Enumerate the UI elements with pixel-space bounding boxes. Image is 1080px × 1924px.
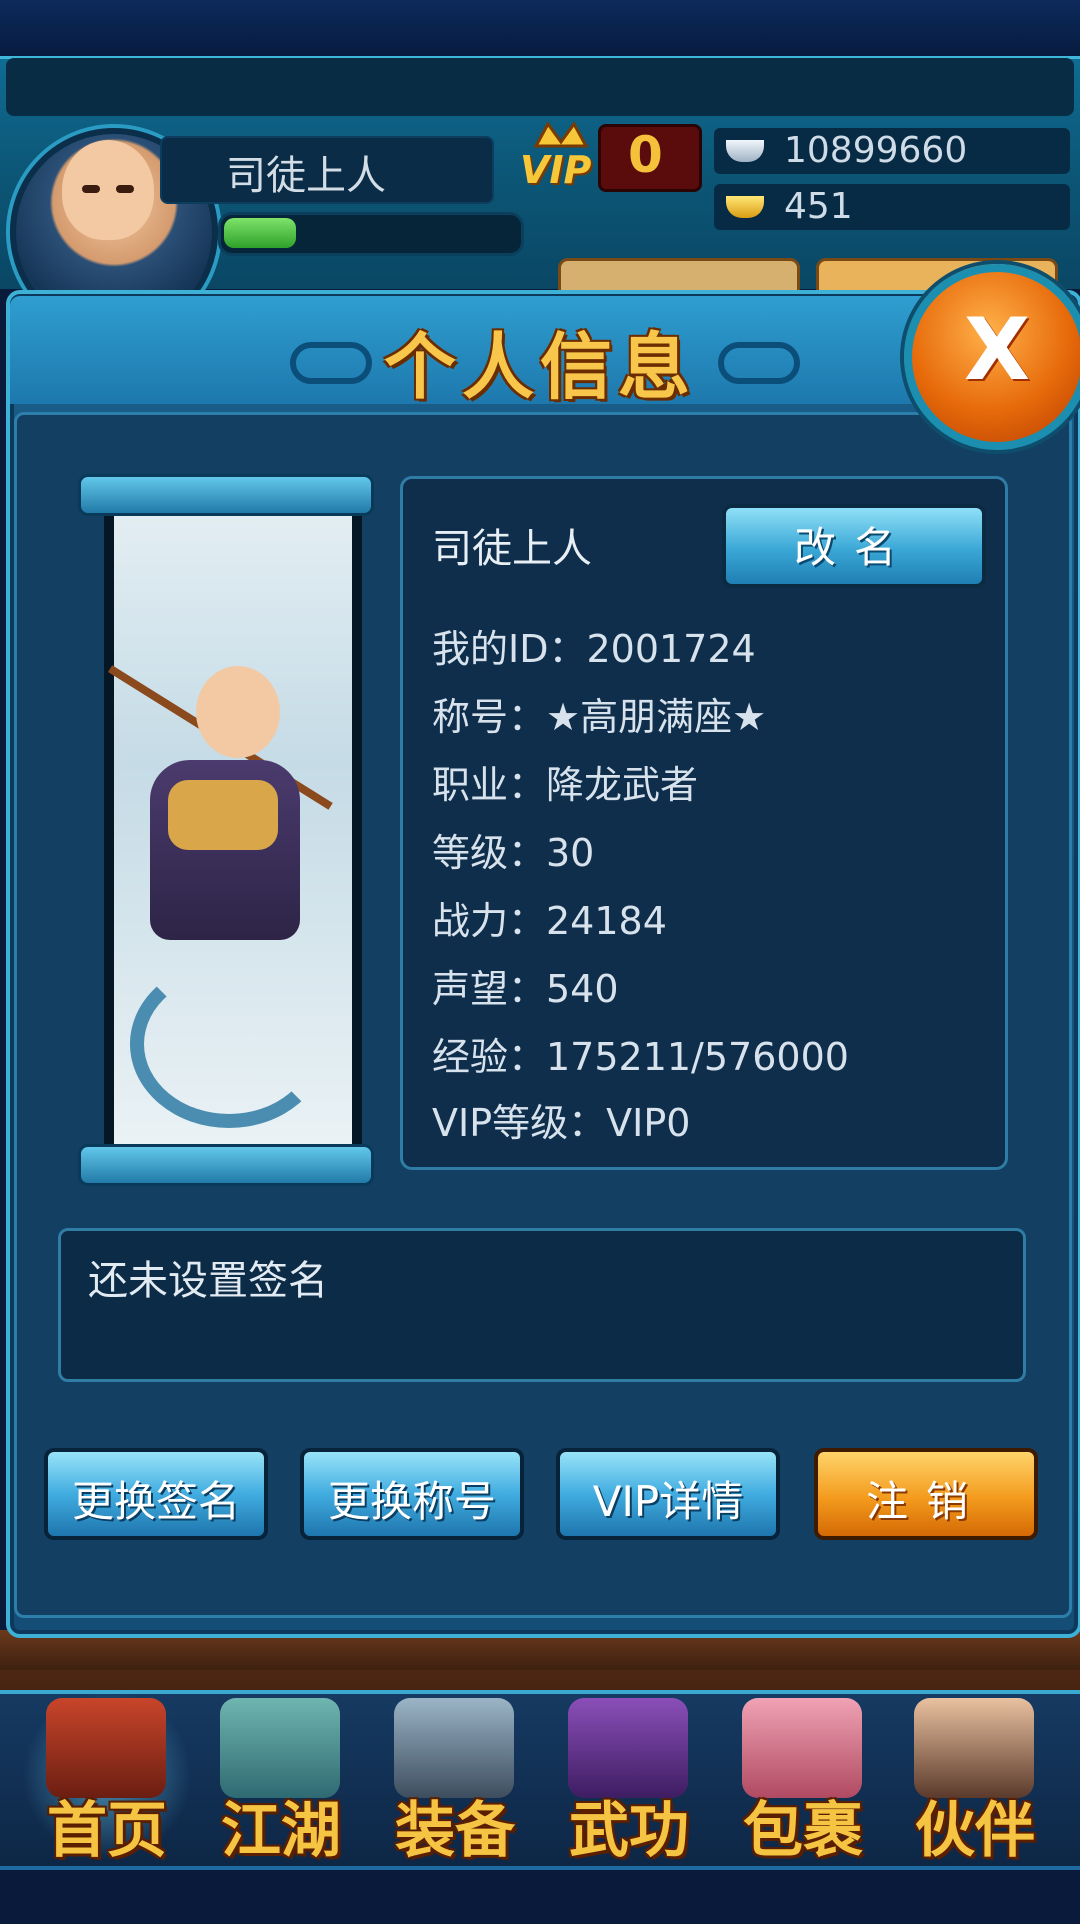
ink-swirl [130,960,328,1128]
avatar-face [62,140,154,240]
player-power: 战力：24184 [432,899,667,943]
player-name: 司徒上人 [226,153,386,199]
gold-value: 451 [784,186,853,227]
player-reputation: 声望：540 [432,967,619,1011]
avatar-eye [116,185,134,193]
player-title: 称号：★高朋满座★ [432,695,767,739]
nav-item-martial[interactable]: 武功 [544,1690,714,1866]
nav-item-equipment[interactable]: 装备 [370,1690,540,1866]
vip-detail-button[interactable]: VIP详情 [556,1448,780,1540]
status-bar-inner [6,58,1074,116]
nav-label-martial: 武功 [569,1796,689,1866]
scroll-rod-top [78,474,374,516]
nav-item-home[interactable]: 首页 [22,1690,192,1866]
signature-text: 还未设置签名 [88,1258,328,1304]
player-vip-level: VIP等级：VIP0 [432,1101,691,1145]
nav-label-jianghu: 江湖 [221,1796,341,1866]
exp-bar-fill [224,218,296,248]
player-job: 职业：降龙武者 [432,763,699,807]
nav-item-jianghu[interactable]: 江湖 [196,1690,366,1866]
close-icon: X [963,300,1031,400]
change-signature-label: 更换签名 [71,1477,240,1526]
vip-badge-label: VIP [520,148,592,192]
change-title-label: 更换称号 [327,1477,496,1526]
character-robe [168,780,278,850]
player-level: 等级：30 [432,831,595,875]
gold-counter [714,184,1070,230]
player-exp: 经验：175211/576000 [432,1035,849,1079]
scroll-rod-bottom [78,1144,374,1186]
nav-item-partner[interactable]: 伙伴 [890,1690,1060,1866]
nav-item-bag[interactable]: 包裹 [718,1690,888,1866]
silver-value: 10899660 [784,130,968,171]
change-title-button[interactable]: 更换称号 [300,1448,524,1540]
nav-label-equipment: 装备 [395,1796,515,1866]
info-player-name: 司徒上人 [432,526,592,572]
vip-detail-label: VIP详情 [592,1477,744,1526]
logout-label: 注销 [865,1477,986,1526]
character-portrait [196,666,280,758]
player-id: 我的ID：2001724 [432,627,756,671]
nav-label-partner: 伙伴 [915,1796,1035,1866]
top-strip [0,0,1080,56]
bottom-edge [0,1866,1080,1924]
nav-label-bag: 包裹 [743,1796,863,1866]
change-signature-button[interactable]: 更换签名 [44,1448,268,1540]
logout-button[interactable]: 注销 [814,1448,1038,1540]
vip-value: 0 [628,126,663,184]
avatar-eye [82,185,100,193]
nav-label-home: 首页 [47,1796,167,1866]
rename-button-label: 改名 [793,523,914,572]
